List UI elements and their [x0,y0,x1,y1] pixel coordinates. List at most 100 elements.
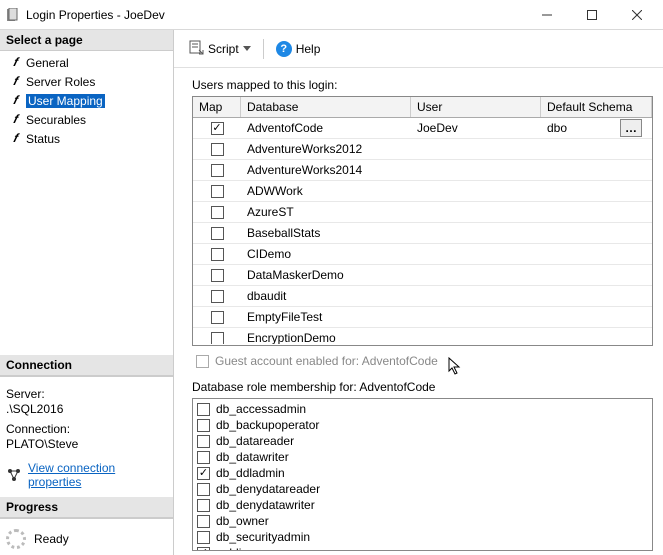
table-row[interactable]: AdventureWorks2014 [193,160,652,181]
guest-account-checkbox [196,355,209,368]
roles-list[interactable]: db_accessadmindb_backupoperatordb_datare… [192,398,653,551]
connection-label: Connection: [6,422,167,436]
role-label: db_securityadmin [216,530,310,544]
map-checkbox[interactable] [211,290,224,303]
role-checkbox[interactable] [197,435,210,448]
map-checkbox[interactable] [211,311,224,324]
role-checkbox[interactable] [197,467,210,480]
col-database[interactable]: Database [241,97,411,117]
role-checkbox[interactable] [197,547,210,552]
page-glyph-icon: 𝒇 [8,93,22,108]
col-map[interactable]: Map [193,97,241,117]
map-checkbox[interactable] [211,227,224,240]
map-checkbox[interactable] [211,122,224,135]
role-item[interactable]: db_backupoperator [197,417,648,433]
guest-account-row: Guest account enabled for: AdventofCode [192,352,653,378]
page-item-server-roles[interactable]: 𝒇 Server Roles [0,72,173,91]
cell-user: JoeDev [411,121,541,135]
role-checkbox[interactable] [197,499,210,512]
connection-block: Server: .\SQL2016 Connection: PLATO\Stev… [0,376,173,497]
maximize-button[interactable] [569,1,614,29]
page-glyph-icon: 𝒇 [8,131,22,146]
role-label: db_datawriter [216,450,289,464]
role-item[interactable]: db_denydatawriter [197,497,648,513]
table-row[interactable]: dbaudit [193,286,652,307]
map-checkbox[interactable] [211,332,224,345]
cell-database: AdventureWorks2012 [241,142,411,156]
cell-schema: dbo… [541,119,652,137]
server-value: .\SQL2016 [6,402,167,416]
col-user[interactable]: User [411,97,541,117]
help-button[interactable]: ? Help [272,38,325,60]
progress-heading: Progress [0,497,173,518]
role-checkbox[interactable] [197,419,210,432]
connection-value: PLATO\Steve [6,437,167,451]
help-icon: ? [276,41,292,57]
page-item-user-mapping[interactable]: 𝒇User Mapping [0,91,173,110]
table-row[interactable]: CIDemo [193,244,652,265]
map-checkbox[interactable] [211,248,224,261]
map-checkbox[interactable] [211,164,224,177]
role-item[interactable]: db_owner [197,513,648,529]
page-glyph-icon: 𝒇 [8,74,22,89]
role-item[interactable]: db_accessadmin [197,401,648,417]
role-item[interactable]: db_datawriter [197,449,648,465]
cell-database: AzureST [241,205,411,219]
role-label: db_ddladmin [216,466,285,480]
table-row[interactable]: AdventureWorks2012 [193,139,652,160]
page-item-label: Status [26,132,60,146]
page-item-securables[interactable]: 𝒇Securables [0,110,173,129]
table-row[interactable]: AzureST [193,202,652,223]
progress-status: Ready [34,532,69,546]
chevron-down-icon [243,46,251,51]
script-button[interactable]: Script [184,36,255,61]
col-default-schema[interactable]: Default Schema [541,97,652,117]
role-item[interactable]: public [197,545,648,551]
role-checkbox[interactable] [197,451,210,464]
role-checkbox[interactable] [197,403,210,416]
map-checkbox[interactable] [211,185,224,198]
table-row[interactable]: EmptyFileTest [193,307,652,328]
role-label: db_denydatareader [216,482,320,496]
table-row[interactable]: AdventofCodeJoeDevdbo… [193,118,652,139]
minimize-button[interactable] [524,1,569,29]
role-checkbox[interactable] [197,483,210,496]
role-label: db_owner [216,514,269,528]
role-checkbox[interactable] [197,531,210,544]
table-row[interactable]: DataMaskerDemo [193,265,652,286]
map-checkbox[interactable] [211,269,224,282]
page-item-general[interactable]: 𝒇General [0,53,173,72]
table-row[interactable]: ADWWork [193,181,652,202]
role-checkbox[interactable] [197,515,210,528]
map-checkbox[interactable] [211,206,224,219]
role-item[interactable]: db_denydatareader [197,481,648,497]
close-button[interactable] [614,1,659,29]
left-panel: Select a page 𝒇General𝒇Server Roles𝒇User… [0,30,174,555]
cell-database: dbaudit [241,289,411,303]
page-item-label: Server Roles [26,75,95,89]
table-row[interactable]: EncryptionDemo [193,328,652,344]
role-item[interactable]: db_datareader [197,433,648,449]
help-label: Help [296,42,321,56]
cell-database: BaseballStats [241,226,411,240]
page-list: 𝒇General𝒇Server Roles𝒇User Mapping𝒇Secur… [0,51,173,150]
cell-database: CIDemo [241,247,411,261]
content-area: Users mapped to this login: Map Database… [174,68,663,555]
map-checkbox[interactable] [211,143,224,156]
role-label: db_accessadmin [216,402,306,416]
table-row[interactable]: BaseballStats [193,223,652,244]
role-item[interactable]: db_securityadmin [197,529,648,545]
page-glyph-icon: 𝒇 [8,55,22,70]
server-label: Server: [6,387,167,401]
schema-browse-button[interactable]: … [620,119,642,137]
role-item[interactable]: db_ddladmin [197,465,648,481]
title-bar: Login Properties - JoeDev [0,0,663,30]
grid-body[interactable]: AdventofCodeJoeDevdbo… AdventureWorks2012… [193,118,652,344]
role-label: db_datareader [216,434,294,448]
view-connection-properties-link[interactable]: View connection properties [28,461,167,489]
page-item-status[interactable]: 𝒇 Status [0,129,173,148]
cell-database: DataMaskerDemo [241,268,411,282]
app-icon [4,7,20,23]
cell-database: EncryptionDemo [241,331,411,344]
cell-database: ADWWork [241,184,411,198]
